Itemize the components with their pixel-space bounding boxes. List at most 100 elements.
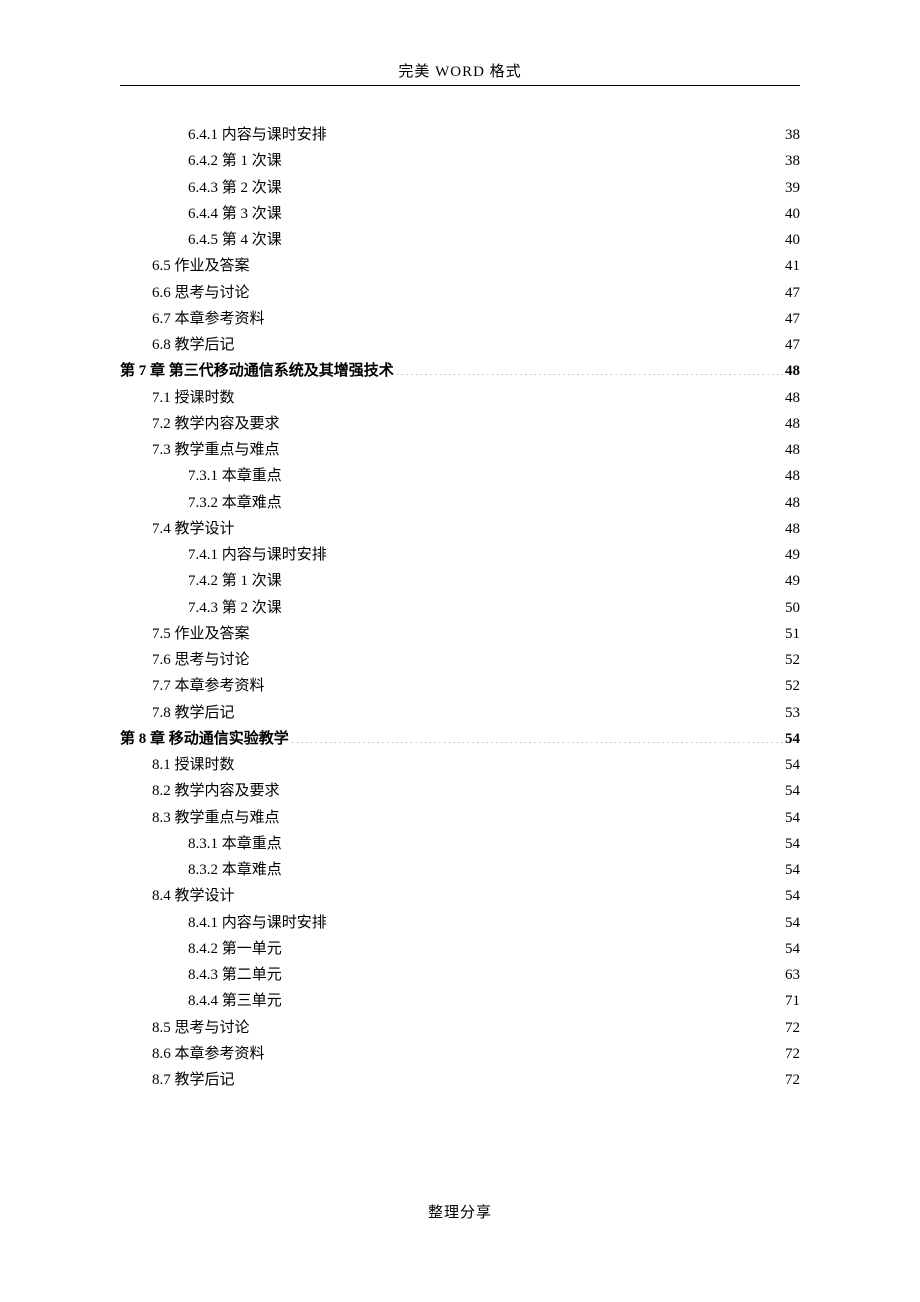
toc-entry-label: 7.8 教学后记 xyxy=(152,700,235,726)
toc-entry-page: 47 xyxy=(785,332,800,358)
toc-leader-dots xyxy=(237,334,783,349)
toc-entry: 8.4.4 第三单元71 xyxy=(120,988,800,1014)
toc-entry: 8.1 授课时数54 xyxy=(120,752,800,778)
toc-entry-page: 38 xyxy=(785,122,800,148)
toc-entry: 8.3.1 本章重点54 xyxy=(120,831,800,857)
toc-entry-page: 48 xyxy=(785,463,800,489)
toc-leader-dots xyxy=(267,308,783,323)
toc-leader-dots xyxy=(284,150,783,165)
table-of-contents: 6.4.1 内容与课时安排386.4.2 第 1 次课386.4.3 第 2 次… xyxy=(120,122,800,1093)
toc-leader-dots xyxy=(329,912,783,927)
toc-entry-page: 48 xyxy=(785,516,800,542)
toc-entry: 8.5 思考与讨论72 xyxy=(120,1015,800,1041)
toc-entry: 6.5 作业及答案 41 xyxy=(120,253,800,279)
toc-entry-label: 8.4.3 第二单元 xyxy=(188,962,282,988)
toc-entry: 6.8 教学后记 47 xyxy=(120,332,800,358)
toc-entry-label: 8.4.4 第三单元 xyxy=(188,988,282,1014)
toc-leader-dots xyxy=(284,570,783,585)
toc-entry-page: 54 xyxy=(785,883,800,909)
toc-leader-dots xyxy=(282,807,783,822)
toc-entry: 6.4.2 第 1 次课 38 xyxy=(120,148,800,174)
toc-entry: 6.4.5 第 4 次课 40 xyxy=(120,227,800,253)
toc-entry-page: 54 xyxy=(785,778,800,804)
toc-entry-page: 48 xyxy=(785,490,800,516)
toc-entry-page: 54 xyxy=(785,936,800,962)
toc-entry: 7.1 授课时数48 xyxy=(120,385,800,411)
toc-entry: 6.4.1 内容与课时安排 38 xyxy=(120,122,800,148)
toc-leader-dots xyxy=(282,780,783,795)
toc-entry-label: 8.3.2 本章难点 xyxy=(188,857,282,883)
toc-entry: 8.4 教学设计54 xyxy=(120,883,800,909)
toc-leader-dots xyxy=(329,124,783,139)
toc-entry: 8.3.2 本章难点 54 xyxy=(120,857,800,883)
toc-entry-label: 7.3 教学重点与难点 xyxy=(152,437,280,463)
toc-entry: 7.4 教学设计 48 xyxy=(120,516,800,542)
toc-entry-page: 47 xyxy=(785,306,800,332)
toc-leader-dots xyxy=(284,465,783,480)
toc-entry: 6.6 思考与讨论47 xyxy=(120,280,800,306)
toc-entry: 8.4.3 第二单元63 xyxy=(120,962,800,988)
toc-entry-label: 6.5 作业及答案 xyxy=(152,253,250,279)
toc-leader-dots xyxy=(284,964,783,979)
toc-leader-dots xyxy=(252,282,783,297)
toc-entry-label: 8.1 授课时数 xyxy=(152,752,235,778)
toc-entry: 7.4.1 内容与课时安排49 xyxy=(120,542,800,568)
toc-entry-page: 49 xyxy=(785,568,800,594)
toc-leader-dots xyxy=(252,649,783,664)
toc-entry-page: 72 xyxy=(785,1067,800,1093)
toc-entry-label: 6.4.2 第 1 次课 xyxy=(188,148,282,174)
toc-entry-page: 41 xyxy=(785,253,800,279)
toc-entry-page: 40 xyxy=(785,201,800,227)
toc-leader-dots xyxy=(284,492,783,507)
toc-entry-label: 8.6 本章参考资料 xyxy=(152,1041,265,1067)
toc-entry-page: 48 xyxy=(785,411,800,437)
toc-leader-dots xyxy=(284,203,783,218)
toc-entry-label: 6.8 教学后记 xyxy=(152,332,235,358)
toc-entry: 6.7 本章参考资料 47 xyxy=(120,306,800,332)
toc-entry: 7.6 思考与讨论52 xyxy=(120,647,800,673)
toc-entry-label: 8.2 教学内容及要求 xyxy=(152,778,280,804)
toc-entry-label: 7.4.3 第 2 次课 xyxy=(188,595,282,621)
toc-entry-page: 52 xyxy=(785,647,800,673)
toc-entry: 7.8 教学后记53 xyxy=(120,700,800,726)
toc-entry-page: 40 xyxy=(785,227,800,253)
toc-leader-dots xyxy=(252,255,783,270)
toc-entry-label: 7.4.2 第 1 次课 xyxy=(188,568,282,594)
toc-entry-label: 6.4.5 第 4 次课 xyxy=(188,227,282,253)
toc-entry: 8.7 教学后记72 xyxy=(120,1067,800,1093)
toc-entry-label: 7.3.2 本章难点 xyxy=(188,490,282,516)
toc-entry-page: 54 xyxy=(785,910,800,936)
toc-leader-dots xyxy=(396,360,783,375)
toc-leader-dots xyxy=(284,859,783,874)
toc-entry-label: 6.4.1 内容与课时安排 xyxy=(188,122,327,148)
toc-entry-label: 6.7 本章参考资料 xyxy=(152,306,265,332)
toc-entry: 8.4.2 第一单元54 xyxy=(120,936,800,962)
toc-entry: 第 7 章 第三代移动通信系统及其增强技术 48 xyxy=(120,358,800,384)
toc-entry-page: 54 xyxy=(785,857,800,883)
toc-entry-page: 51 xyxy=(785,621,800,647)
toc-entry-label: 7.2 教学内容及要求 xyxy=(152,411,280,437)
toc-entry: 第 8 章 移动通信实验教学 54 xyxy=(120,726,800,752)
toc-entry: 7.4.3 第 2 次课50 xyxy=(120,595,800,621)
toc-entry-page: 48 xyxy=(785,437,800,463)
toc-entry: 8.4.1 内容与课时安排54 xyxy=(120,910,800,936)
toc-entry-label: 7.4 教学设计 xyxy=(152,516,235,542)
toc-entry-page: 54 xyxy=(785,805,800,831)
toc-entry-page: 54 xyxy=(785,726,800,752)
toc-entry: 8.6 本章参考资料72 xyxy=(120,1041,800,1067)
toc-entry: 6.4.3 第 2 次课39 xyxy=(120,175,800,201)
toc-entry-label: 7.5 作业及答案 xyxy=(152,621,250,647)
toc-entry-label: 8.3.1 本章重点 xyxy=(188,831,282,857)
toc-entry: 7.3.1 本章重点48 xyxy=(120,463,800,489)
toc-entry-label: 6.6 思考与讨论 xyxy=(152,280,250,306)
toc-leader-dots xyxy=(237,1069,783,1084)
toc-leader-dots xyxy=(252,623,783,638)
toc-entry: 7.3 教学重点与难点 48 xyxy=(120,437,800,463)
toc-entry-label: 6.4.3 第 2 次课 xyxy=(188,175,282,201)
toc-entry: 8.3 教学重点与难点54 xyxy=(120,805,800,831)
toc-entry-label: 6.4.4 第 3 次课 xyxy=(188,201,282,227)
toc-entry-page: 38 xyxy=(785,148,800,174)
toc-leader-dots xyxy=(284,229,783,244)
toc-entry-page: 72 xyxy=(785,1015,800,1041)
toc-entry-page: 52 xyxy=(785,673,800,699)
